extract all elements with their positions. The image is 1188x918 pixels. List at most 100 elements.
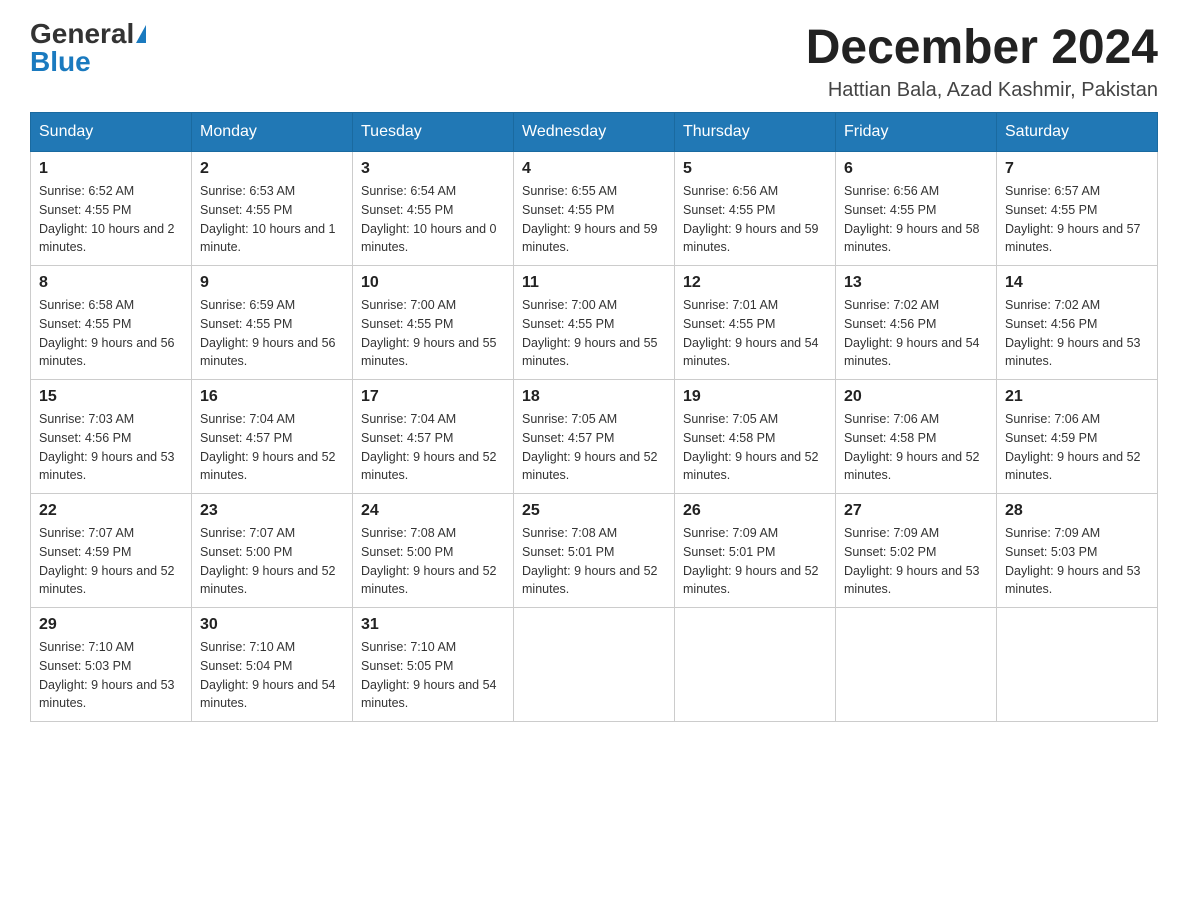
day-number: 15	[39, 388, 183, 406]
calendar-cell: 5 Sunrise: 6:56 AMSunset: 4:55 PMDayligh…	[675, 152, 836, 266]
calendar-cell: 2 Sunrise: 6:53 AMSunset: 4:55 PMDayligh…	[192, 152, 353, 266]
calendar-week-row: 22 Sunrise: 7:07 AMSunset: 4:59 PMDaylig…	[31, 494, 1158, 608]
day-info: Sunrise: 6:54 AMSunset: 4:55 PMDaylight:…	[361, 182, 505, 257]
day-info: Sunrise: 7:04 AMSunset: 4:57 PMDaylight:…	[361, 410, 505, 485]
day-info: Sunrise: 7:00 AMSunset: 4:55 PMDaylight:…	[361, 296, 505, 371]
calendar-cell: 31 Sunrise: 7:10 AMSunset: 5:05 PMDaylig…	[353, 608, 514, 722]
weekday-header-thursday: Thursday	[675, 113, 836, 152]
page-header: General Blue December 2024 Hattian Bala,…	[30, 20, 1158, 102]
day-info: Sunrise: 7:10 AMSunset: 5:05 PMDaylight:…	[361, 638, 505, 713]
day-number: 26	[683, 502, 827, 520]
day-number: 17	[361, 388, 505, 406]
day-info: Sunrise: 7:08 AMSunset: 5:01 PMDaylight:…	[522, 524, 666, 599]
weekday-header-saturday: Saturday	[997, 113, 1158, 152]
calendar-cell	[836, 608, 997, 722]
day-info: Sunrise: 7:07 AMSunset: 4:59 PMDaylight:…	[39, 524, 183, 599]
calendar-cell: 1 Sunrise: 6:52 AMSunset: 4:55 PMDayligh…	[31, 152, 192, 266]
calendar-cell: 12 Sunrise: 7:01 AMSunset: 4:55 PMDaylig…	[675, 266, 836, 380]
calendar-cell	[675, 608, 836, 722]
calendar-cell: 7 Sunrise: 6:57 AMSunset: 4:55 PMDayligh…	[997, 152, 1158, 266]
calendar-week-row: 29 Sunrise: 7:10 AMSunset: 5:03 PMDaylig…	[31, 608, 1158, 722]
calendar-cell: 9 Sunrise: 6:59 AMSunset: 4:55 PMDayligh…	[192, 266, 353, 380]
calendar-cell: 14 Sunrise: 7:02 AMSunset: 4:56 PMDaylig…	[997, 266, 1158, 380]
day-info: Sunrise: 7:02 AMSunset: 4:56 PMDaylight:…	[844, 296, 988, 371]
calendar-cell: 11 Sunrise: 7:00 AMSunset: 4:55 PMDaylig…	[514, 266, 675, 380]
calendar-cell: 18 Sunrise: 7:05 AMSunset: 4:57 PMDaylig…	[514, 380, 675, 494]
weekday-header-tuesday: Tuesday	[353, 113, 514, 152]
day-number: 5	[683, 160, 827, 178]
calendar-cell: 24 Sunrise: 7:08 AMSunset: 5:00 PMDaylig…	[353, 494, 514, 608]
calendar-cell: 8 Sunrise: 6:58 AMSunset: 4:55 PMDayligh…	[31, 266, 192, 380]
day-number: 24	[361, 502, 505, 520]
day-info: Sunrise: 7:09 AMSunset: 5:01 PMDaylight:…	[683, 524, 827, 599]
day-info: Sunrise: 7:06 AMSunset: 4:59 PMDaylight:…	[1005, 410, 1149, 485]
day-number: 22	[39, 502, 183, 520]
day-number: 19	[683, 388, 827, 406]
day-number: 28	[1005, 502, 1149, 520]
day-number: 27	[844, 502, 988, 520]
day-info: Sunrise: 6:59 AMSunset: 4:55 PMDaylight:…	[200, 296, 344, 371]
calendar-table: SundayMondayTuesdayWednesdayThursdayFrid…	[30, 112, 1158, 722]
day-number: 23	[200, 502, 344, 520]
day-number: 9	[200, 274, 344, 292]
calendar-cell: 29 Sunrise: 7:10 AMSunset: 5:03 PMDaylig…	[31, 608, 192, 722]
day-info: Sunrise: 7:00 AMSunset: 4:55 PMDaylight:…	[522, 296, 666, 371]
day-info: Sunrise: 7:01 AMSunset: 4:55 PMDaylight:…	[683, 296, 827, 371]
day-number: 3	[361, 160, 505, 178]
day-info: Sunrise: 7:10 AMSunset: 5:04 PMDaylight:…	[200, 638, 344, 713]
day-number: 7	[1005, 160, 1149, 178]
day-info: Sunrise: 6:53 AMSunset: 4:55 PMDaylight:…	[200, 182, 344, 257]
calendar-cell: 25 Sunrise: 7:08 AMSunset: 5:01 PMDaylig…	[514, 494, 675, 608]
day-number: 12	[683, 274, 827, 292]
title-block: December 2024 Hattian Bala, Azad Kashmir…	[806, 20, 1158, 102]
day-number: 2	[200, 160, 344, 178]
day-info: Sunrise: 7:04 AMSunset: 4:57 PMDaylight:…	[200, 410, 344, 485]
day-info: Sunrise: 6:56 AMSunset: 4:55 PMDaylight:…	[683, 182, 827, 257]
calendar-cell: 6 Sunrise: 6:56 AMSunset: 4:55 PMDayligh…	[836, 152, 997, 266]
day-info: Sunrise: 7:02 AMSunset: 4:56 PMDaylight:…	[1005, 296, 1149, 371]
calendar-cell: 10 Sunrise: 7:00 AMSunset: 4:55 PMDaylig…	[353, 266, 514, 380]
day-info: Sunrise: 7:07 AMSunset: 5:00 PMDaylight:…	[200, 524, 344, 599]
location-text: Hattian Bala, Azad Kashmir, Pakistan	[806, 79, 1158, 102]
day-info: Sunrise: 7:10 AMSunset: 5:03 PMDaylight:…	[39, 638, 183, 713]
calendar-cell: 3 Sunrise: 6:54 AMSunset: 4:55 PMDayligh…	[353, 152, 514, 266]
weekday-header-monday: Monday	[192, 113, 353, 152]
calendar-cell: 30 Sunrise: 7:10 AMSunset: 5:04 PMDaylig…	[192, 608, 353, 722]
logo: General Blue	[30, 20, 146, 76]
logo-blue-text: Blue	[30, 48, 91, 76]
day-number: 20	[844, 388, 988, 406]
day-number: 14	[1005, 274, 1149, 292]
day-info: Sunrise: 7:09 AMSunset: 5:03 PMDaylight:…	[1005, 524, 1149, 599]
day-info: Sunrise: 7:06 AMSunset: 4:58 PMDaylight:…	[844, 410, 988, 485]
day-info: Sunrise: 7:09 AMSunset: 5:02 PMDaylight:…	[844, 524, 988, 599]
weekday-header-friday: Friday	[836, 113, 997, 152]
calendar-cell: 4 Sunrise: 6:55 AMSunset: 4:55 PMDayligh…	[514, 152, 675, 266]
calendar-week-row: 8 Sunrise: 6:58 AMSunset: 4:55 PMDayligh…	[31, 266, 1158, 380]
calendar-cell: 20 Sunrise: 7:06 AMSunset: 4:58 PMDaylig…	[836, 380, 997, 494]
calendar-week-row: 15 Sunrise: 7:03 AMSunset: 4:56 PMDaylig…	[31, 380, 1158, 494]
month-title: December 2024	[806, 20, 1158, 75]
day-info: Sunrise: 6:56 AMSunset: 4:55 PMDaylight:…	[844, 182, 988, 257]
calendar-cell: 16 Sunrise: 7:04 AMSunset: 4:57 PMDaylig…	[192, 380, 353, 494]
calendar-cell: 23 Sunrise: 7:07 AMSunset: 5:00 PMDaylig…	[192, 494, 353, 608]
calendar-cell: 17 Sunrise: 7:04 AMSunset: 4:57 PMDaylig…	[353, 380, 514, 494]
calendar-cell	[514, 608, 675, 722]
logo-triangle-icon	[136, 25, 146, 43]
day-number: 31	[361, 616, 505, 634]
day-number: 30	[200, 616, 344, 634]
calendar-cell: 19 Sunrise: 7:05 AMSunset: 4:58 PMDaylig…	[675, 380, 836, 494]
day-number: 11	[522, 274, 666, 292]
day-number: 6	[844, 160, 988, 178]
day-info: Sunrise: 7:08 AMSunset: 5:00 PMDaylight:…	[361, 524, 505, 599]
day-number: 4	[522, 160, 666, 178]
day-number: 13	[844, 274, 988, 292]
day-info: Sunrise: 6:58 AMSunset: 4:55 PMDaylight:…	[39, 296, 183, 371]
calendar-cell: 13 Sunrise: 7:02 AMSunset: 4:56 PMDaylig…	[836, 266, 997, 380]
day-info: Sunrise: 6:55 AMSunset: 4:55 PMDaylight:…	[522, 182, 666, 257]
calendar-cell: 21 Sunrise: 7:06 AMSunset: 4:59 PMDaylig…	[997, 380, 1158, 494]
day-number: 25	[522, 502, 666, 520]
day-info: Sunrise: 6:57 AMSunset: 4:55 PMDaylight:…	[1005, 182, 1149, 257]
day-info: Sunrise: 6:52 AMSunset: 4:55 PMDaylight:…	[39, 182, 183, 257]
calendar-week-row: 1 Sunrise: 6:52 AMSunset: 4:55 PMDayligh…	[31, 152, 1158, 266]
logo-general-text: General	[30, 20, 134, 48]
